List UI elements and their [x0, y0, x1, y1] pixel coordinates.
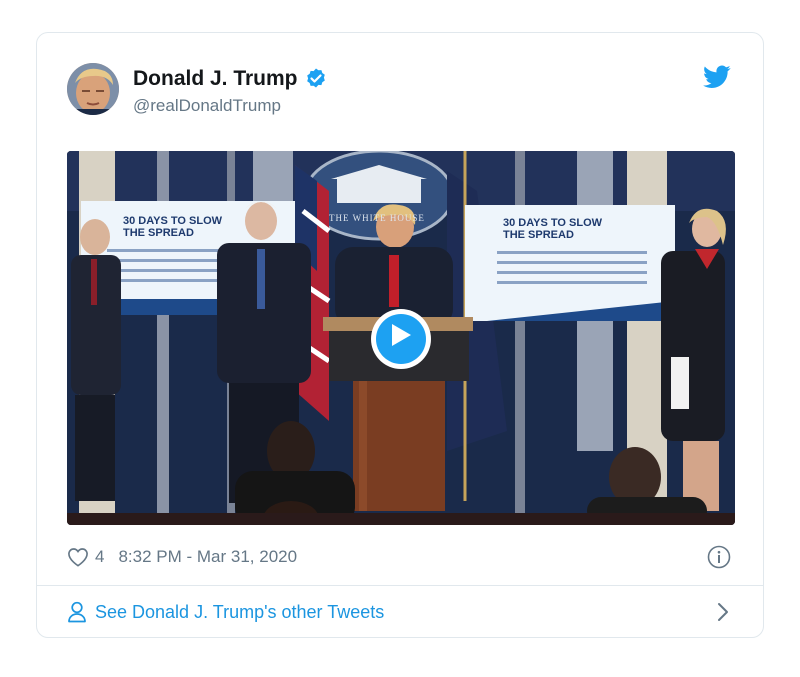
tweet-meta-row: 4 8:32 PM - Mar 31, 2020 — [67, 545, 733, 569]
video-thumbnail[interactable]: 30 DAYS TO SLOW THE SPREAD 30 DAYS TO SL… — [67, 151, 735, 525]
info-icon[interactable] — [707, 545, 731, 569]
play-button[interactable] — [371, 309, 431, 369]
author-line: Donald J. Trump — [133, 67, 328, 91]
embedded-tweet-card: Donald J. Trump @realDonaldTrump 30 DAYS… — [36, 32, 764, 638]
slide-left-title: 30 DAYS TO SLOW THE SPREAD — [123, 215, 223, 239]
seal-text: THE WHITE HOUSE — [329, 213, 425, 223]
verified-badge-icon — [306, 68, 325, 88]
divider — [37, 585, 763, 586]
author-handle[interactable]: @realDonaldTrump — [133, 96, 281, 116]
like-count[interactable]: 4 — [95, 547, 104, 567]
play-icon — [392, 324, 411, 346]
tweet-header: Donald J. Trump @realDonaldTrump — [67, 63, 733, 123]
twitter-bird-icon[interactable] — [703, 65, 731, 89]
avatar[interactable] — [67, 63, 119, 115]
see-more-label[interactable]: See Donald J. Trump's other Tweets — [95, 602, 384, 623]
avatar-image — [67, 63, 119, 115]
slide-right-title: 30 DAYS TO SLOW THE SPREAD — [503, 217, 603, 241]
person-icon — [68, 601, 86, 623]
author-display-name[interactable]: Donald J. Trump — [133, 67, 298, 91]
chevron-right-icon — [718, 603, 728, 621]
heart-icon[interactable] — [67, 547, 89, 567]
see-more-tweets-link[interactable]: See Donald J. Trump's other Tweets — [67, 599, 733, 625]
tweet-timestamp[interactable]: 8:32 PM - Mar 31, 2020 — [118, 547, 297, 567]
